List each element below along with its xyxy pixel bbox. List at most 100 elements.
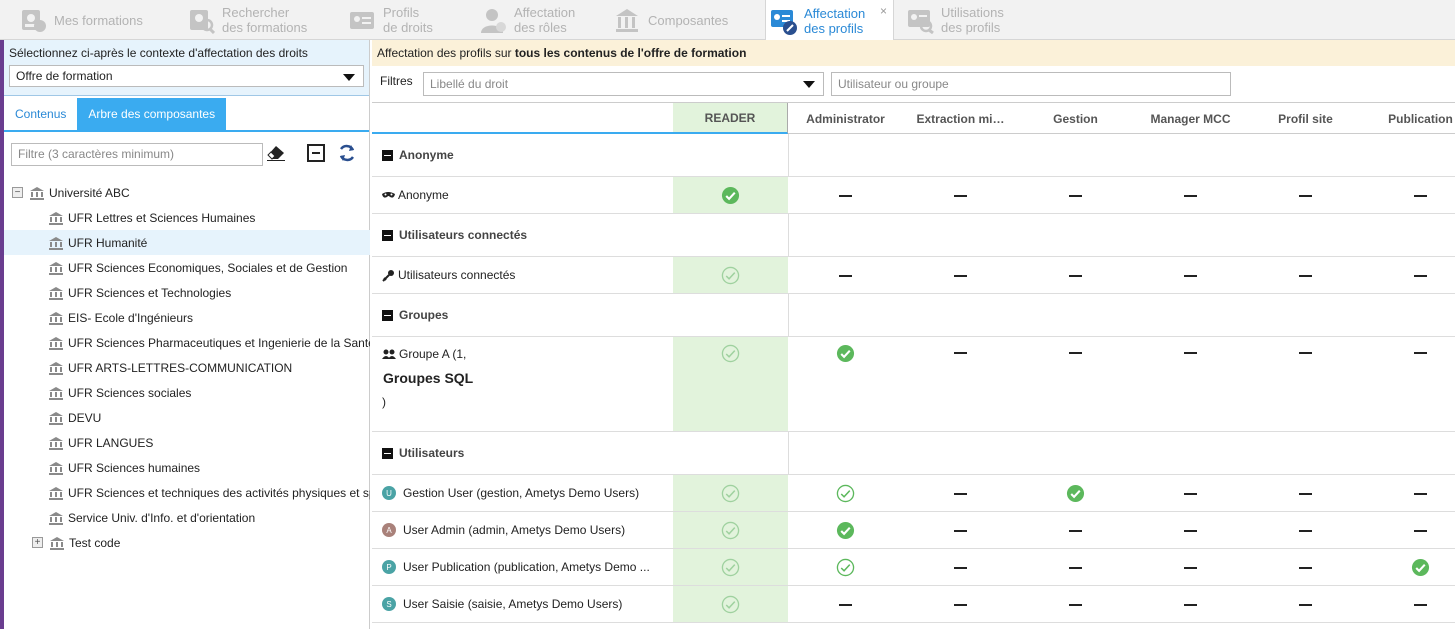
not-granted-dash[interactable] <box>835 186 855 206</box>
group-header-row[interactable]: Utilisateurs <box>372 432 1455 475</box>
tab-profils-droits[interactable]: Profils de droits <box>347 0 472 40</box>
column-header[interactable]: Publication <box>1363 103 1455 134</box>
close-icon[interactable]: × <box>880 4 887 19</box>
not-granted-dash[interactable] <box>1295 484 1315 504</box>
collapse-group-icon[interactable] <box>382 149 393 161</box>
eraser-icon[interactable] <box>265 142 287 164</box>
not-granted-dash[interactable] <box>1295 558 1315 578</box>
not-granted-dash[interactable] <box>1295 595 1315 615</box>
column-header[interactable]: Manager MCC <box>1133 103 1248 134</box>
granted-check-icon[interactable] <box>835 343 855 363</box>
tree-node[interactable]: UFR Sciences et Technologies <box>4 280 370 305</box>
not-granted-dash[interactable] <box>1410 266 1430 286</box>
inherited-check-icon[interactable] <box>720 266 740 286</box>
not-granted-dash[interactable] <box>1295 521 1315 541</box>
tab-rechercher-formations[interactable]: Rechercher des formations <box>186 0 346 40</box>
tree-node[interactable]: UFR ARTS-LETTRES-COMMUNICATION <box>4 355 370 380</box>
not-granted-dash[interactable] <box>950 484 970 504</box>
user-filter-input[interactable]: Utilisateur ou groupe <box>831 72 1231 96</box>
assignment-row[interactable]: P User Publication (publication, Ametys D… <box>372 549 1455 586</box>
tab-utilisations-profils[interactable]: Utilisations des profils <box>905 0 1045 40</box>
tree-node[interactable]: − Université ABC <box>4 180 370 205</box>
inherited-check-icon[interactable] <box>720 343 740 363</box>
tree-node[interactable]: UFR Sciences humaines <box>4 455 370 480</box>
not-granted-dash[interactable] <box>950 558 970 578</box>
not-granted-dash[interactable] <box>1410 186 1430 206</box>
tree-node[interactable]: UFR Sciences sociales <box>4 380 370 405</box>
group-header-row[interactable]: Utilisateurs connectés <box>372 214 1455 257</box>
right-filter-dropdown[interactable]: Libellé du droit <box>423 72 824 96</box>
not-granted-dash[interactable] <box>1065 186 1085 206</box>
granted-check-icon[interactable] <box>1410 558 1430 578</box>
not-granted-dash[interactable] <box>1065 595 1085 615</box>
tab-composantes[interactable]: Composantes <box>612 0 762 40</box>
not-granted-dash[interactable] <box>1295 343 1315 363</box>
not-granted-dash[interactable] <box>950 266 970 286</box>
not-granted-dash[interactable] <box>835 595 855 615</box>
not-granted-dash[interactable] <box>1410 521 1430 541</box>
column-header[interactable]: Profil site <box>1248 103 1363 134</box>
inherited-check-icon[interactable] <box>835 484 855 504</box>
context-dropdown[interactable]: Offre de formation <box>9 65 364 87</box>
inherited-check-icon[interactable] <box>835 558 855 578</box>
not-granted-dash[interactable] <box>950 521 970 541</box>
tab-contenus[interactable]: Contenus <box>4 98 77 130</box>
not-granted-dash[interactable] <box>1410 484 1430 504</box>
column-header[interactable]: Extraction mi… <box>903 103 1018 134</box>
not-granted-dash[interactable] <box>1295 266 1315 286</box>
granted-check-icon[interactable] <box>1065 484 1085 504</box>
not-granted-dash[interactable] <box>1180 343 1200 363</box>
not-granted-dash[interactable] <box>1065 343 1085 363</box>
assignment-row[interactable]: A User Admin (admin, Ametys Demo Users) <box>372 512 1455 549</box>
assignment-row[interactable]: Groupe A (1, Groupes SQL) <box>372 337 1455 432</box>
group-header-row[interactable]: Groupes <box>372 294 1455 337</box>
not-granted-dash[interactable] <box>1180 521 1200 541</box>
column-header-reader[interactable]: READER <box>673 103 788 134</box>
collapse-group-icon[interactable] <box>382 229 393 241</box>
tree-node[interactable]: UFR Humanité <box>4 230 370 255</box>
assignment-row[interactable]: U Gestion User (gestion, Ametys Demo User… <box>372 475 1455 512</box>
tree-expander-icon[interactable]: − <box>12 187 23 198</box>
tree-node[interactable]: UFR Sciences et techniques des activités… <box>4 480 370 505</box>
inherited-check-icon[interactable] <box>720 521 740 541</box>
assignment-row[interactable]: Utilisateurs connectés <box>372 257 1455 294</box>
assignment-row[interactable]: Anonyme <box>372 177 1455 214</box>
inherited-check-icon[interactable] <box>720 558 740 578</box>
tab-affectation-profils[interactable]: Affectation des profils × <box>765 0 894 41</box>
not-granted-dash[interactable] <box>1295 186 1315 206</box>
tree-node[interactable]: Service Univ. d'Info. et d'orientation <box>4 505 370 530</box>
not-granted-dash[interactable] <box>1410 595 1430 615</box>
group-header-row[interactable]: Anonyme <box>372 134 1455 177</box>
not-granted-dash[interactable] <box>1065 266 1085 286</box>
tree-node[interactable]: UFR Sciences Economiques, Sociales et de… <box>4 255 370 280</box>
inherited-check-icon[interactable] <box>720 484 740 504</box>
tree-filter-input[interactable]: Filtre (3 caractères minimum) <box>11 143 263 166</box>
tab-mes-formations[interactable]: Mes formations <box>18 0 183 40</box>
not-granted-dash[interactable] <box>1065 558 1085 578</box>
collapse-group-icon[interactable] <box>382 447 393 459</box>
inherited-check-icon[interactable] <box>720 595 740 615</box>
tree-node[interactable]: DEVU <box>4 405 370 430</box>
not-granted-dash[interactable] <box>1180 186 1200 206</box>
assignment-row[interactable]: S User Saisie (saisie, Ametys Demo Users) <box>372 586 1455 623</box>
granted-check-icon[interactable] <box>720 186 740 206</box>
tree-node[interactable]: + Test code <box>4 530 370 555</box>
not-granted-dash[interactable] <box>950 186 970 206</box>
tree-expander-icon[interactable]: + <box>32 537 43 548</box>
tree-node[interactable]: UFR Sciences Pharmaceutiques et Ingenier… <box>4 330 370 355</box>
tree-node[interactable]: UFR Lettres et Sciences Humaines <box>4 205 370 230</box>
granted-check-icon[interactable] <box>835 521 855 541</box>
not-granted-dash[interactable] <box>1410 343 1430 363</box>
not-granted-dash[interactable] <box>1180 484 1200 504</box>
tab-affectation-roles[interactable]: Affectation des rôles <box>478 0 608 40</box>
tree-node[interactable]: EIS- Ecole d'Ingénieurs <box>4 305 370 330</box>
not-granted-dash[interactable] <box>835 266 855 286</box>
column-header[interactable]: Gestion <box>1018 103 1133 134</box>
not-granted-dash[interactable] <box>1180 266 1200 286</box>
column-header[interactable]: Administrator <box>788 103 903 134</box>
collapse-group-icon[interactable] <box>382 309 393 321</box>
not-granted-dash[interactable] <box>950 343 970 363</box>
not-granted-dash[interactable] <box>1065 521 1085 541</box>
tree-node[interactable]: UFR LANGUES <box>4 430 370 455</box>
tab-arbre-composantes[interactable]: Arbre des composantes <box>77 98 227 130</box>
